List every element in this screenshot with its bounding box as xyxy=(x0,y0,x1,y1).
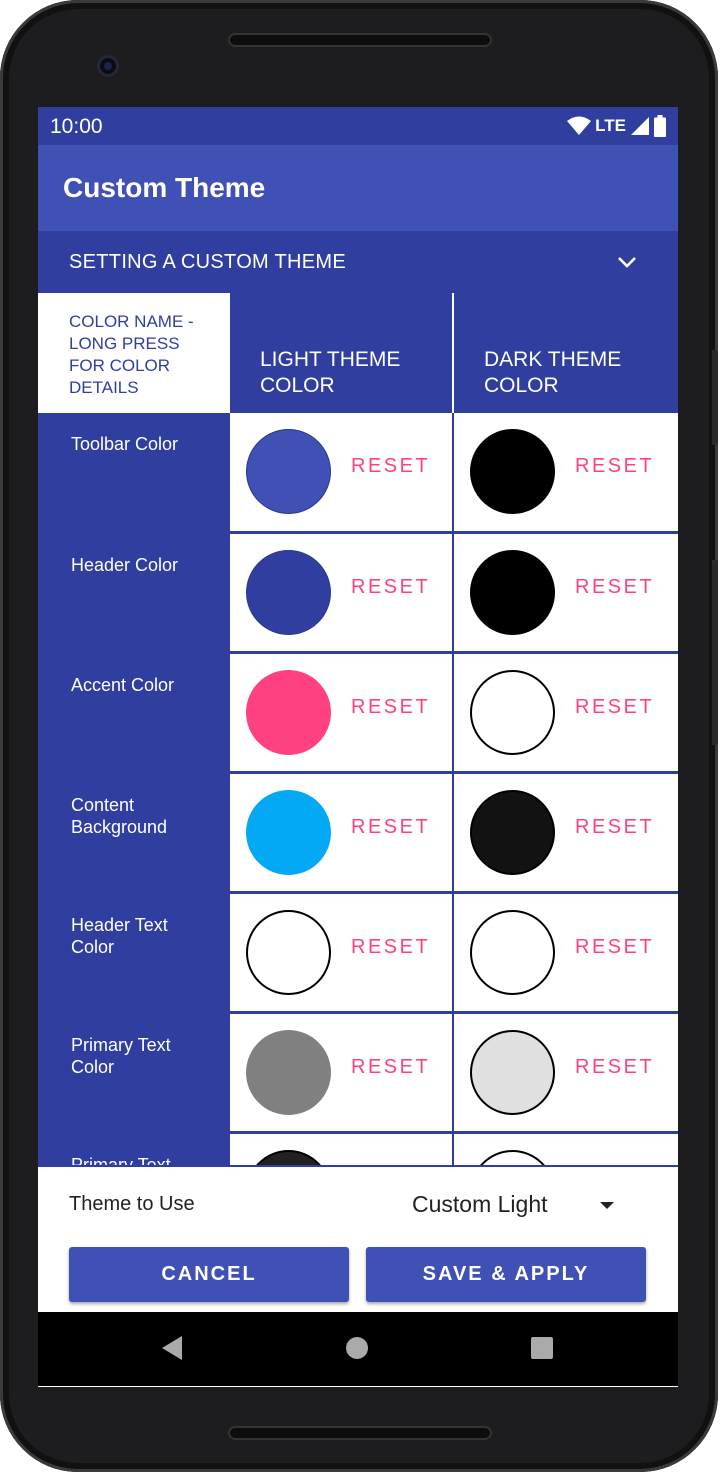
status-icons: LTE xyxy=(567,115,666,137)
light-theme-cell: RESET xyxy=(230,1014,452,1131)
toolbar: Custom Theme xyxy=(38,145,678,231)
light-color-swatch[interactable] xyxy=(246,550,331,635)
volume-button xyxy=(712,560,718,745)
dark-color-swatch[interactable] xyxy=(470,429,555,514)
table-row: Content Background RESET RESET xyxy=(38,774,678,891)
light-reset-button[interactable]: RESET xyxy=(351,696,430,719)
status-bar: 10:00 LTE xyxy=(38,107,678,145)
navigation-bar xyxy=(38,1312,678,1386)
light-theme-cell: RESET xyxy=(230,534,452,651)
dark-color-swatch[interactable] xyxy=(470,550,555,635)
dark-theme-cell: RESET xyxy=(454,1134,678,1165)
dark-theme-cell: RESET xyxy=(454,1014,678,1131)
screen: 10:00 LTE Custom Theme SETTING A CUSTOM … xyxy=(38,107,678,1387)
color-name-cell[interactable]: Content Background xyxy=(38,774,229,891)
light-theme-cell: RESET xyxy=(230,654,452,771)
dark-color-swatch[interactable] xyxy=(470,790,555,875)
color-name-cell[interactable]: Accent Color xyxy=(38,654,229,771)
dark-theme-cell: RESET xyxy=(454,413,678,531)
dark-reset-button[interactable]: RESET xyxy=(575,936,654,959)
dark-theme-cell: RESET xyxy=(454,654,678,771)
light-reset-button[interactable]: RESET xyxy=(351,816,430,839)
light-color-swatch[interactable] xyxy=(246,910,331,995)
dark-color-swatch[interactable] xyxy=(470,1150,555,1165)
phone-frame: 10:00 LTE Custom Theme SETTING A CUSTOM … xyxy=(0,0,718,1472)
dark-reset-button[interactable]: RESET xyxy=(575,696,654,719)
color-name-label: Header Color xyxy=(71,555,179,575)
back-icon[interactable] xyxy=(162,1336,182,1360)
color-table: Toolbar Color RESET RESET Header Color RESET… xyxy=(38,413,678,1165)
bottom-speaker xyxy=(228,1426,492,1440)
dark-color-swatch[interactable] xyxy=(470,1030,555,1115)
light-color-swatch[interactable] xyxy=(246,670,331,755)
color-name-label: Primary Text Color xyxy=(71,1035,171,1077)
light-theme-cell: RESET xyxy=(230,1134,452,1165)
column-header-light-theme-label: LIGHT THEME COLOR xyxy=(260,348,401,397)
dark-theme-cell: RESET xyxy=(454,894,678,1011)
dark-theme-cell: RESET xyxy=(454,534,678,651)
page-title: Custom Theme xyxy=(63,172,266,203)
light-theme-cell: RESET xyxy=(230,774,452,891)
theme-dropdown[interactable]: Custom Light xyxy=(412,1189,622,1223)
power-button xyxy=(712,350,718,445)
wifi-icon xyxy=(567,116,592,135)
column-header-dark-theme: DARK THEME COLOR xyxy=(454,293,678,413)
table-row: Primary Text - RESETRESET xyxy=(38,1134,678,1165)
theme-to-use-label: Theme to Use xyxy=(69,1193,195,1215)
table-row: Header Color RESET RESET xyxy=(38,534,678,651)
light-color-swatch[interactable] xyxy=(246,1150,331,1165)
color-name-label: Accent Color xyxy=(71,675,175,695)
cancel-button[interactable]: CANCEL xyxy=(69,1247,349,1302)
table-header: COLOR NAME - LONG PRESS FOR COLOR DETAIL… xyxy=(38,293,678,413)
dark-reset-button[interactable]: RESET xyxy=(575,576,654,599)
theme-dropdown-value: Custom Light xyxy=(412,1191,548,1217)
dark-reset-button[interactable]: RESET xyxy=(575,816,654,839)
battery-icon xyxy=(654,115,666,137)
column-header-color-name-label: COLOR NAME - LONG PRESS FOR COLOR DETAIL… xyxy=(69,312,194,397)
network-type: LTE xyxy=(595,116,626,135)
color-name-label: Content Background xyxy=(71,795,168,837)
dark-theme-cell: RESET xyxy=(454,774,678,891)
dark-reset-button[interactable]: RESET xyxy=(575,455,654,478)
section-title: SETTING A CUSTOM THEME xyxy=(69,251,347,273)
dropdown-arrow-icon xyxy=(600,1202,614,1209)
column-header-light-theme: LIGHT THEME COLOR xyxy=(230,293,452,413)
earpiece-speaker xyxy=(228,33,492,47)
light-theme-cell: RESET xyxy=(230,894,452,1011)
recents-icon[interactable] xyxy=(531,1337,553,1359)
color-name-label: Primary Text - xyxy=(71,1155,182,1165)
column-header-color-name: COLOR NAME - LONG PRESS FOR COLOR DETAIL… xyxy=(38,293,229,413)
column-header-dark-theme-label: DARK THEME COLOR xyxy=(484,348,622,397)
light-reset-button[interactable]: RESET xyxy=(351,936,430,959)
color-name-label: Header Text Color xyxy=(71,915,168,957)
table-row: Header Text Color RESET RESET xyxy=(38,894,678,1011)
chevron-down-icon[interactable] xyxy=(616,251,638,273)
dark-color-swatch[interactable] xyxy=(470,910,555,995)
dark-reset-button[interactable]: RESET xyxy=(575,1056,654,1079)
color-name-cell[interactable]: Header Color xyxy=(38,534,229,651)
light-theme-cell: RESET xyxy=(230,413,452,531)
status-time: 10:00 xyxy=(50,115,103,138)
section-header[interactable]: SETTING A CUSTOM THEME xyxy=(38,231,678,293)
light-reset-button[interactable]: RESET xyxy=(351,576,430,599)
light-color-swatch[interactable] xyxy=(246,1030,331,1115)
light-reset-button[interactable]: RESET xyxy=(351,455,430,478)
color-name-label: Toolbar Color xyxy=(71,434,179,454)
home-icon[interactable] xyxy=(346,1337,368,1359)
save-apply-button[interactable]: SAVE & APPLY xyxy=(366,1247,646,1302)
front-camera xyxy=(97,55,119,77)
table-row: Toolbar Color RESET RESET xyxy=(38,413,678,531)
dark-color-swatch[interactable] xyxy=(470,670,555,755)
light-color-swatch[interactable] xyxy=(246,790,331,875)
color-name-cell[interactable]: Primary Text Color xyxy=(38,1014,229,1131)
color-name-cell[interactable]: Toolbar Color xyxy=(38,413,229,531)
light-color-swatch[interactable] xyxy=(246,429,331,514)
color-name-cell[interactable]: Primary Text - xyxy=(38,1134,229,1165)
signal-icon xyxy=(631,117,649,135)
light-reset-button[interactable]: RESET xyxy=(351,1056,430,1079)
table-row: Primary Text Color RESET RESET xyxy=(38,1014,678,1131)
table-row: Accent Color RESET RESET xyxy=(38,654,678,771)
color-name-cell[interactable]: Header Text Color xyxy=(38,894,229,1011)
